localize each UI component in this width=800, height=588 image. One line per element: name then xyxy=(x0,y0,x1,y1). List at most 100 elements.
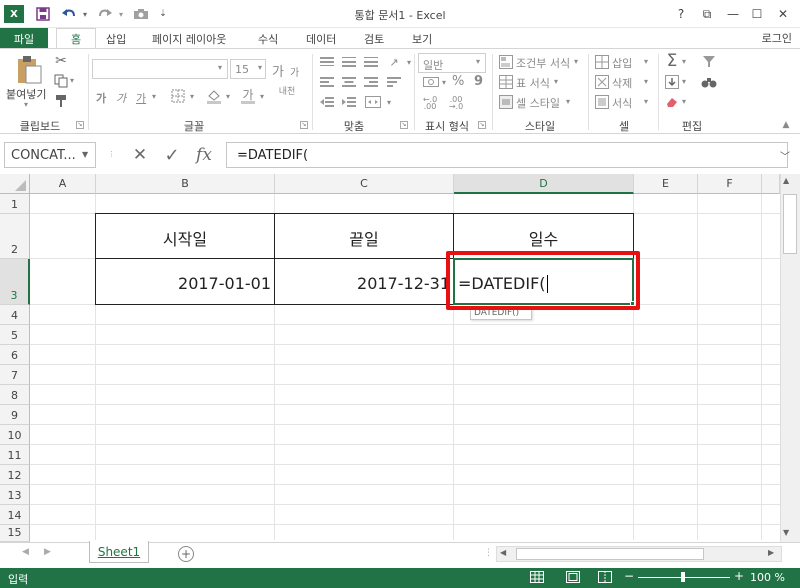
column-header-partial[interactable] xyxy=(762,174,780,194)
fill-color-icon[interactable] xyxy=(204,86,224,106)
underline-button[interactable]: 가 xyxy=(136,90,146,106)
collapse-ribbon-icon[interactable]: ▲ xyxy=(778,119,794,131)
decrease-decimal-icon[interactable]: .00 →.0 xyxy=(446,96,466,111)
conditional-formatting-dropdown-icon[interactable]: ▾ xyxy=(574,57,578,66)
copy-dropdown-icon[interactable]: ▾ xyxy=(70,76,74,85)
confirm-entry-button[interactable]: ✓ xyxy=(160,143,184,167)
format-as-table-dropdown-icon[interactable]: ▾ xyxy=(554,77,558,86)
cell-styles-dropdown-icon[interactable]: ▾ xyxy=(566,97,570,106)
maximize-button[interactable]: ☐ xyxy=(746,4,768,24)
number-format-dropdown-icon[interactable]: ▾ xyxy=(476,57,480,66)
column-header-b[interactable]: B xyxy=(96,174,275,194)
ribbon-display-button[interactable]: ⧉ xyxy=(696,4,718,24)
align-bottom-icon[interactable] xyxy=(362,54,380,70)
insert-cells-button[interactable]: 삽입 xyxy=(612,55,632,71)
format-painter-icon[interactable] xyxy=(52,92,70,110)
paste-icon[interactable] xyxy=(14,54,44,86)
font-name-dropdown-icon[interactable]: ▾ xyxy=(218,63,222,72)
conditional-formatting-icon[interactable] xyxy=(498,54,514,70)
orientation-dropdown-icon[interactable]: ▾ xyxy=(404,54,414,70)
format-cells-icon[interactable] xyxy=(594,94,610,110)
format-cells-button[interactable]: 서식 xyxy=(612,95,632,111)
cut-icon[interactable]: ✂ xyxy=(52,52,70,70)
tab-review[interactable]: 검토 xyxy=(362,28,386,49)
row-header-15[interactable]: 15 xyxy=(0,525,30,542)
help-button[interactable]: ? xyxy=(670,4,692,24)
merge-dropdown-icon[interactable]: ▾ xyxy=(384,94,394,110)
decrease-indent-icon[interactable] xyxy=(318,94,336,110)
clear-dropdown-icon[interactable]: ▾ xyxy=(682,97,686,106)
align-top-icon[interactable] xyxy=(318,54,336,70)
row-header-13[interactable]: 13 xyxy=(0,485,30,505)
autosum-icon[interactable]: Σ xyxy=(662,51,682,71)
align-right-icon[interactable] xyxy=(362,74,380,90)
column-header-f[interactable]: F xyxy=(698,174,762,194)
row-header-4[interactable]: 4 xyxy=(0,305,30,325)
redo-dropdown-icon[interactable]: ▾ xyxy=(112,5,130,23)
row-header-3[interactable]: 3 xyxy=(0,259,30,305)
cell-c3[interactable]: 2017-12-31 xyxy=(275,259,452,304)
clear-icon[interactable] xyxy=(664,94,680,110)
format-cells-dropdown-icon[interactable]: ▾ xyxy=(644,97,648,106)
insert-cells-dropdown-icon[interactable]: ▾ xyxy=(644,57,648,66)
row-header-8[interactable]: 8 xyxy=(0,385,30,405)
formula-input[interactable]: =DATEDIF( xyxy=(226,142,788,168)
autosum-dropdown-icon[interactable]: ▾ xyxy=(682,57,686,66)
tab-page-layout[interactable]: 페이지 레이아웃 xyxy=(150,28,228,49)
format-as-table-button[interactable]: 표 서식 xyxy=(516,75,550,91)
insert-cells-icon[interactable] xyxy=(594,54,610,70)
currency-icon[interactable] xyxy=(420,74,442,90)
zoom-in-button[interactable]: + xyxy=(734,569,744,583)
cell-b2[interactable]: 시작일 xyxy=(96,214,274,258)
sheet-next-icon[interactable]: ▶ xyxy=(44,547,51,557)
fill-color-dropdown-icon[interactable]: ▾ xyxy=(226,92,230,101)
row-header-12[interactable]: 12 xyxy=(0,465,30,485)
delete-cells-dropdown-icon[interactable]: ▾ xyxy=(644,77,648,86)
column-header-d[interactable]: D xyxy=(454,174,634,194)
row-header-11[interactable]: 11 xyxy=(0,445,30,465)
column-header-e[interactable]: E xyxy=(634,174,698,194)
sheet-tab-sheet1[interactable]: Sheet1 xyxy=(89,541,149,563)
minimize-button[interactable]: — xyxy=(722,4,744,24)
vertical-scroll-thumb[interactable] xyxy=(783,194,797,254)
save-icon[interactable] xyxy=(34,5,52,23)
fill-icon[interactable] xyxy=(664,74,680,90)
font-name-combo[interactable] xyxy=(92,59,228,79)
row-header-14[interactable]: 14 xyxy=(0,505,30,525)
column-header-c[interactable]: C xyxy=(275,174,454,194)
orientation-icon[interactable]: ↗ xyxy=(384,54,404,70)
borders-icon[interactable] xyxy=(168,86,188,106)
borders-dropdown-icon[interactable]: ▾ xyxy=(190,92,194,101)
percent-button[interactable]: % xyxy=(452,74,464,89)
scroll-left-icon[interactable]: ◀ xyxy=(500,548,506,557)
underline-dropdown-icon[interactable]: ▾ xyxy=(152,92,156,101)
font-size-dropdown-icon[interactable]: ▾ xyxy=(258,63,262,72)
alignment-launcher-icon[interactable]: ↘ xyxy=(400,121,408,129)
grow-font-button[interactable]: 가 xyxy=(272,61,284,80)
row-header-6[interactable]: 6 xyxy=(0,345,30,365)
font-launcher-icon[interactable]: ↘ xyxy=(300,121,308,129)
font-color-dropdown-icon[interactable]: ▾ xyxy=(260,92,264,101)
currency-dropdown-icon[interactable]: ▾ xyxy=(442,78,446,87)
increase-decimal-icon[interactable]: ←.0.00 xyxy=(420,96,440,111)
wrap-text-icon[interactable] xyxy=(384,74,404,90)
scroll-right-icon[interactable]: ▶ xyxy=(768,548,774,557)
align-left-icon[interactable] xyxy=(318,74,336,90)
delete-cells-icon[interactable] xyxy=(594,74,610,90)
increase-indent-icon[interactable] xyxy=(340,94,358,110)
align-middle-icon[interactable] xyxy=(340,54,358,70)
row-header-1[interactable]: 1 xyxy=(0,194,30,214)
row-header-7[interactable]: 7 xyxy=(0,365,30,385)
find-select-icon[interactable] xyxy=(700,74,718,90)
bold-button[interactable]: 가 xyxy=(96,90,106,106)
tab-split-icon[interactable]: ⋮ xyxy=(484,548,493,558)
cell-c2[interactable]: 끝일 xyxy=(275,214,453,258)
row-header-2[interactable]: 2 xyxy=(0,214,30,259)
format-as-table-icon[interactable] xyxy=(498,74,514,90)
align-center-icon[interactable] xyxy=(340,74,358,90)
number-launcher-icon[interactable]: ↘ xyxy=(478,121,486,129)
page-break-view-icon[interactable] xyxy=(598,571,612,586)
fill-dropdown-icon[interactable]: ▾ xyxy=(682,77,686,86)
cell-styles-button[interactable]: 셀 스타일 xyxy=(516,95,560,111)
close-button[interactable]: ✕ xyxy=(772,4,794,24)
